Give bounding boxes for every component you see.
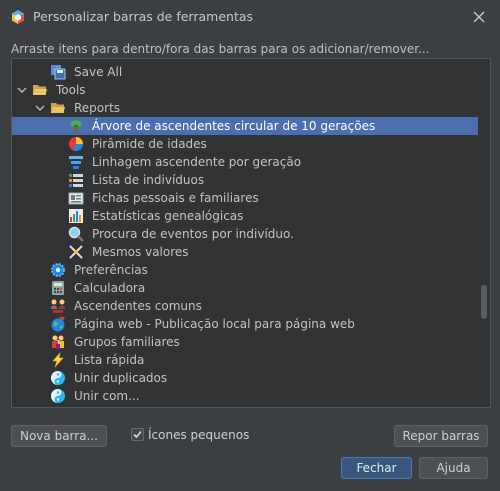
calculator-icon <box>50 280 66 296</box>
tree-item-event-search[interactable]: Procura de eventos por indivíduo. <box>12 225 478 243</box>
family-groups-icon <box>50 334 66 350</box>
tree-item-personal-sheets[interactable]: Fichas pessoais e familiares <box>12 189 478 207</box>
tree-item-label: Unir com... <box>74 389 140 403</box>
tree-item-label: Grupos familiares <box>74 335 180 349</box>
close-button[interactable]: Fechar <box>341 457 412 479</box>
folder-open-icon <box>50 100 66 116</box>
pie-chart-icon <box>68 136 84 152</box>
tree-item-label: Unir duplicados <box>74 371 168 385</box>
merge-with-icon <box>50 388 66 404</box>
merge-icon <box>50 370 66 386</box>
tree-item-label: Árvore de ascendentes circular de 10 ger… <box>92 119 376 133</box>
hexagon-app-icon <box>10 9 26 25</box>
tree-item-label: Procura de eventos por indivíduo. <box>92 227 294 241</box>
tree-item-merge-with[interactable]: Unir com... <box>12 387 478 405</box>
tree-item-label: Calculadora <box>74 281 146 295</box>
common-ancestors-icon <box>50 298 66 314</box>
tree-item-label: Ascendentes comuns <box>74 299 202 313</box>
instructions-text: Arraste itens para dentro/fora das barra… <box>11 42 430 56</box>
reset-bars-button[interactable]: Repor barras <box>394 425 488 447</box>
lightning-icon <box>50 351 66 368</box>
tree-item-label: Fichas pessoais e familiares <box>92 191 259 205</box>
statistics-icon <box>68 208 84 224</box>
gear-icon <box>50 262 66 278</box>
tree-item-statistics[interactable]: Estatísticas genealógicas <box>12 207 478 225</box>
tree-item-calculator[interactable]: Calculadora <box>12 279 478 297</box>
small-icons-label: Ícones pequenos <box>148 428 250 442</box>
tree-item-save-all[interactable]: Save All <box>12 63 478 81</box>
lineage-icon <box>68 154 84 170</box>
tree-item-label: Reports <box>74 101 121 115</box>
window-title: Personalizar barras de ferramentas <box>33 9 254 24</box>
list-icon <box>68 172 84 188</box>
tree-item-label: Pirâmide de idades <box>92 137 207 151</box>
tree-item-preferences[interactable]: Preferências <box>12 261 478 279</box>
tree-item-lineage[interactable]: Linhagem ascendente por geração <box>12 153 478 171</box>
fan-chart-icon <box>68 118 84 134</box>
tree-scrollbar-thumb[interactable] <box>481 285 487 319</box>
tree-item-family-groups[interactable]: Grupos familiares <box>12 333 478 351</box>
duplicates-icon <box>68 244 84 260</box>
tree-item-quick-list[interactable]: Lista rápida <box>12 351 478 369</box>
close-icon[interactable] <box>468 6 490 28</box>
tree-item-label: Lista de indivíduos <box>92 173 205 187</box>
tree-item-label: Mesmos valores <box>92 245 189 259</box>
chevron-down-icon[interactable] <box>34 102 46 114</box>
save-all-icon <box>50 64 66 80</box>
title-bar: Personalizar barras de ferramentas <box>0 0 500 34</box>
tree-item-web-page[interactable]: Página web - Publicação local para págin… <box>12 315 478 333</box>
search-icon <box>68 226 84 242</box>
tree-item-merge-duplicates[interactable]: Unir duplicados <box>12 369 478 387</box>
tree-item-common-ancestors[interactable]: Ascendentes comuns <box>12 297 478 315</box>
tree-item-fan-chart[interactable]: Árvore de ascendentes circular de 10 ger… <box>12 117 478 135</box>
web-page-icon <box>50 316 66 332</box>
tree-item-individuals-list[interactable]: Lista de indivíduos <box>12 171 478 189</box>
tree-item-label: Lista rápida <box>74 353 145 367</box>
tree-item-same-values[interactable]: Mesmos valores <box>12 243 478 261</box>
tree-item-tools[interactable]: Tools <box>12 81 478 99</box>
tree-item-label: Página web - Publicação local para págin… <box>74 317 355 331</box>
folder-open-icon <box>32 82 48 98</box>
tree-item-label: Preferências <box>74 263 148 277</box>
small-icons-checkbox[interactable] <box>131 428 144 441</box>
tree-item-label: Linhagem ascendente por geração <box>92 155 302 169</box>
cards-icon <box>68 190 84 206</box>
tree-item-reports[interactable]: Reports <box>12 99 478 117</box>
help-button[interactable]: Ajuda <box>419 457 488 479</box>
toolbar-items-tree[interactable]: Save All Tools Reports Árvore de ascende… <box>11 58 491 408</box>
tree-item-age-pyramid[interactable]: Pirâmide de idades <box>12 135 478 153</box>
chevron-down-icon[interactable] <box>16 84 28 96</box>
checkmark-icon <box>133 430 142 439</box>
tree-item-label: Tools <box>56 83 86 97</box>
tree-item-label: Save All <box>74 65 123 79</box>
new-bar-button[interactable]: Nova barra... <box>11 425 107 447</box>
tree-item-label: Estatísticas genealógicas <box>92 209 244 223</box>
